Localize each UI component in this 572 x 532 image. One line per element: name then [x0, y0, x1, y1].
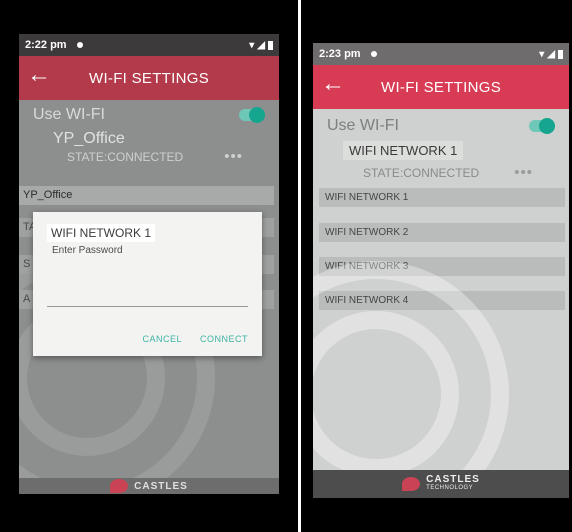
notification-icon: [76, 42, 83, 48]
cell-signal-icon: ◢: [547, 48, 555, 60]
page-title: WI-FI SETTINGS: [380, 78, 502, 96]
more-options-icon[interactable]: •••: [514, 164, 533, 181]
phone-screen-right: 2:23 pm ▾ ◢ ← WI-FI SETTINGS Use WI-FI W…: [313, 43, 569, 498]
use-wifi-label: Use WI-FI: [33, 106, 105, 123]
brand-name: CASTLES: [426, 474, 480, 485]
brand-footer: CASTLES TECHNOLOGY: [313, 470, 569, 498]
status-bar: 2:23 pm ▾ ◢: [313, 43, 569, 65]
settings-content: Use WI-FI WIFI NETWORK 1 STATE:CONNECTED…: [313, 111, 569, 498]
connect-button[interactable]: CONNECT: [200, 334, 248, 344]
cancel-button[interactable]: CANCEL: [142, 334, 182, 344]
phone-screen-left: 2:22 pm ▾ ◢ ← WI-FI SETTINGS Use WI-FI Y…: [19, 34, 279, 494]
app-bar: ← WI-FI SETTINGS: [19, 56, 279, 100]
connected-network-name: YP_Office: [53, 130, 125, 147]
brand-name: CASTLES: [134, 480, 188, 492]
settings-content: Use WI-FI YP_Office STATE:CONNECTED ••• …: [19, 100, 279, 494]
use-wifi-row: Use WI-FI: [19, 100, 279, 130]
castles-logo-icon: [402, 477, 421, 491]
wifi-toggle[interactable]: [529, 118, 555, 134]
connected-network-name: WIFI NETWORK 1: [343, 141, 464, 160]
connection-state: STATE:CONNECTED: [67, 149, 184, 164]
connection-state: STATE:CONNECTED: [363, 165, 480, 180]
network-list-item[interactable]: YP_Office: [19, 186, 274, 205]
use-wifi-row: Use WI-FI: [313, 111, 569, 141]
use-wifi-label: Use WI-FI: [327, 117, 399, 134]
app-bar: ← WI-FI SETTINGS: [313, 65, 569, 109]
brand-footer: CASTLES: [19, 478, 279, 494]
back-arrow-icon[interactable]: ←: [321, 72, 345, 96]
status-time: 2:22 pm: [25, 39, 67, 51]
battery-icon: [268, 40, 273, 50]
screenshot-divider: [298, 0, 301, 532]
battery-icon: [558, 49, 563, 59]
status-time: 2:23 pm: [319, 48, 361, 60]
network-list-item[interactable]: WIFI NETWORK 2: [319, 223, 565, 242]
more-options-icon[interactable]: •••: [224, 148, 243, 165]
back-arrow-icon[interactable]: ←: [27, 63, 51, 87]
cell-signal-icon: ◢: [257, 39, 265, 51]
network-list-item[interactable]: WIFI NETWORK 1: [319, 188, 565, 207]
dialog-title: WIFI NETWORK 1: [47, 224, 155, 242]
password-dialog: WIFI NETWORK 1 Enter Password CANCEL CON…: [33, 212, 262, 356]
password-input-underline: [47, 306, 248, 307]
wifi-toggle[interactable]: [239, 107, 265, 123]
wifi-signal-icon: ▾: [539, 48, 545, 60]
notification-icon: [370, 51, 377, 57]
page-title: WI-FI SETTINGS: [88, 69, 210, 87]
brand-subtitle: TECHNOLOGY: [426, 485, 474, 491]
castles-logo-icon: [110, 479, 129, 493]
status-bar: 2:22 pm ▾ ◢: [19, 34, 279, 56]
wifi-signal-icon: ▾: [249, 39, 255, 51]
password-input-placeholder[interactable]: Enter Password: [52, 245, 123, 256]
